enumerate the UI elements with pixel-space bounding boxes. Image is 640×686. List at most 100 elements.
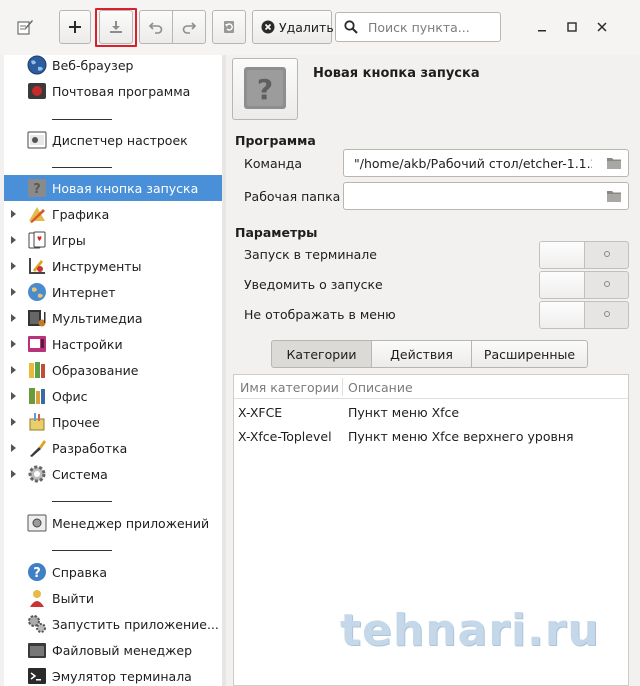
menu-item-settings-manager[interactable]: Диспетчер настроек — [4, 127, 225, 153]
maximize-icon — [567, 20, 577, 35]
expand-arrow-icon[interactable] — [11, 366, 16, 374]
add-item-button[interactable] — [59, 10, 91, 44]
system-icon — [26, 463, 48, 485]
menu-item-label: Веб-браузер — [52, 57, 134, 73]
app-manager-icon — [26, 512, 48, 534]
tab-categories[interactable]: Категории — [271, 340, 372, 368]
category-name: X-XFCE — [238, 405, 283, 420]
column-header-name[interactable]: Имя категории — [240, 380, 339, 395]
menu-item-label: Графика — [52, 206, 110, 222]
expand-arrow-icon[interactable] — [11, 444, 16, 452]
multimedia-icon — [26, 307, 48, 329]
menu-item-label: Офис — [52, 388, 88, 404]
expand-arrow-icon[interactable] — [11, 314, 16, 322]
undo-button[interactable] — [139, 10, 173, 44]
search-field[interactable] — [335, 12, 501, 42]
menu-item-label: Справка — [52, 564, 108, 580]
menu-item-other[interactable]: Прочее — [4, 409, 225, 435]
notify-label: Уведомить о запуске — [244, 277, 383, 292]
redo-icon — [181, 19, 197, 35]
redo-button[interactable] — [172, 10, 206, 44]
menu-item-new-launcher[interactable]: ? Новая кнопка запуска — [4, 175, 225, 201]
run-in-terminal-label: Запуск в терминале — [244, 247, 377, 262]
run-icon — [26, 613, 48, 635]
command-field[interactable] — [343, 149, 629, 177]
tab-bar: Категории Действия Расширенные — [271, 340, 588, 368]
workdir-input[interactable] — [352, 188, 594, 205]
menu-item-app-manager[interactable]: Менеджер приложений — [4, 510, 225, 536]
delete-button-label: Удалить — [279, 19, 334, 35]
menu-item-education[interactable]: Образование — [4, 357, 225, 383]
menu-item-label: Инструменты — [52, 258, 142, 274]
run-in-terminal-switch[interactable] — [539, 241, 629, 269]
menu-item-label: Выйти — [52, 590, 94, 606]
expand-arrow-icon[interactable] — [11, 418, 16, 426]
internet-icon — [26, 281, 48, 303]
menu-item-terminal[interactable]: Эмулятор терминала — [4, 663, 225, 686]
menu-item-help[interactable]: ? Справка — [4, 559, 225, 585]
folder-icon[interactable] — [600, 150, 628, 176]
menu-item-label: Настройки — [52, 336, 123, 352]
revert-button[interactable] — [212, 10, 246, 44]
tab-advanced[interactable]: Расширенные — [471, 340, 588, 368]
menu-item-label: Интернет — [52, 284, 116, 300]
edit-menu-icon[interactable] — [10, 12, 40, 42]
watermark: tehnari.ru — [340, 605, 600, 656]
question-icon: ? — [243, 66, 287, 113]
menu-item-label: Система — [52, 466, 108, 482]
workdir-label: Рабочая папка — [244, 189, 341, 204]
table-row[interactable]: X-Xfce-Toplevel Пункт меню Xfce верхнего… — [234, 425, 628, 449]
svg-text:?: ? — [33, 566, 41, 581]
menu-item-multimedia[interactable]: Мультимедиа — [4, 305, 225, 331]
undo-icon — [148, 19, 164, 35]
menu-item-office[interactable]: Офис — [4, 383, 225, 409]
hide-label: Не отображать в меню — [244, 307, 396, 322]
expand-arrow-icon[interactable] — [11, 236, 16, 244]
menu-item-logout[interactable]: Выйти — [4, 585, 225, 611]
expand-arrow-icon[interactable] — [11, 210, 16, 218]
search-input[interactable] — [366, 18, 496, 36]
logout-icon — [26, 587, 48, 609]
menu-item-games[interactable]: Игры — [4, 227, 225, 253]
expand-arrow-icon[interactable] — [11, 470, 16, 478]
menu-tree[interactable]: Веб-браузер Почтовая программа Диспетчер… — [4, 55, 226, 686]
menu-item-settings[interactable]: Настройки — [4, 331, 225, 357]
expand-arrow-icon[interactable] — [11, 262, 16, 270]
menu-item-label: Почтовая программа — [52, 83, 191, 99]
menu-item-tools[interactable]: Инструменты — [4, 253, 225, 279]
menu-item-file-manager[interactable]: Файловый менеджер — [4, 637, 225, 663]
menu-item-graphics[interactable]: Графика — [4, 201, 225, 227]
maximize-button[interactable] — [559, 14, 585, 40]
tab-actions[interactable]: Действия — [371, 340, 472, 368]
close-button[interactable] — [589, 14, 615, 40]
menu-item-label: Разработка — [52, 440, 128, 456]
expand-arrow-icon[interactable] — [11, 392, 16, 400]
menu-item-label: Файловый менеджер — [52, 642, 193, 658]
menu-item-run-app[interactable]: Запустить приложение... — [4, 611, 225, 637]
hide-switch[interactable] — [539, 301, 629, 329]
menu-item-label: Новая кнопка запуска — [52, 180, 199, 196]
program-section-header: Программа — [235, 133, 316, 148]
menu-item-development[interactable]: Разработка — [4, 435, 225, 461]
notify-switch[interactable] — [539, 271, 629, 299]
expand-arrow-icon[interactable] — [11, 288, 16, 296]
command-input[interactable] — [352, 155, 594, 172]
minimize-button[interactable] — [529, 14, 555, 40]
menu-item-label: Игры — [52, 232, 86, 248]
menu-item-internet[interactable]: Интернет — [4, 279, 225, 305]
folder-icon[interactable] — [600, 183, 628, 209]
settings-icon — [26, 333, 48, 355]
column-header-description[interactable]: Описание — [348, 380, 413, 395]
table-row[interactable]: X-XFCE Пункт меню Xfce — [234, 401, 628, 425]
menu-item-mail[interactable]: Почтовая программа — [4, 78, 225, 104]
workdir-field[interactable] — [343, 182, 629, 210]
table-header: Имя категории Описание — [234, 375, 628, 399]
menu-tree-scrollbar[interactable] — [222, 55, 226, 686]
toolbar: Удалить — [0, 0, 640, 55]
delete-button[interactable]: Удалить — [252, 10, 334, 44]
menu-item-system[interactable]: Система — [4, 461, 225, 487]
menu-item-web-browser[interactable]: Веб-браузер — [4, 55, 225, 78]
expand-arrow-icon[interactable] — [11, 340, 16, 348]
item-editor: ? Новая кнопка запуска Программа Команда… — [228, 55, 640, 686]
item-icon-button[interactable]: ? — [232, 58, 298, 120]
